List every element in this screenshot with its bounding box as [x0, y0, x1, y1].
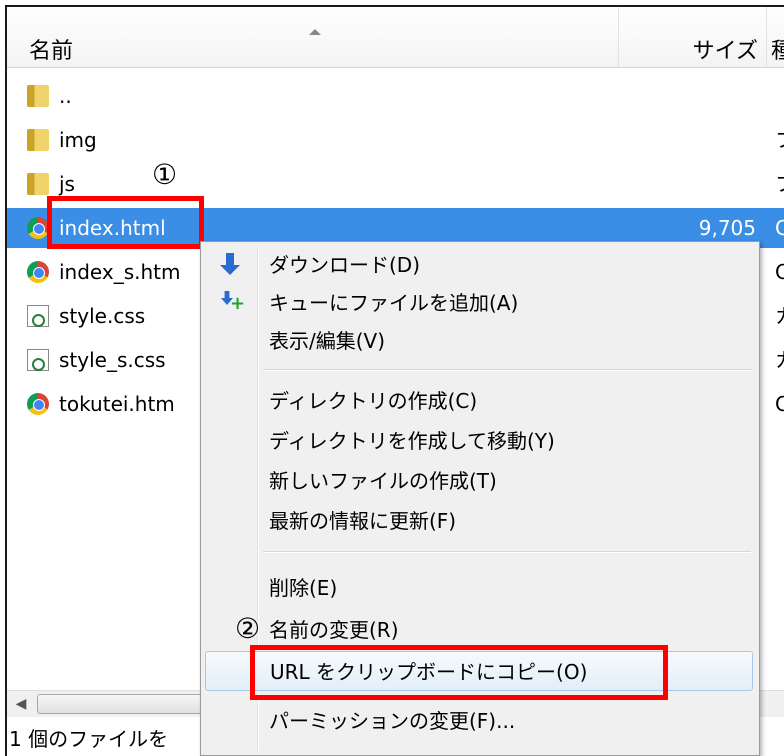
menu-item-label: 名前の変更(R): [269, 618, 399, 642]
status-text: 1 個のファイルを: [9, 727, 169, 751]
menu-item-label: 最新の情報に更新(F): [269, 509, 457, 533]
file-type: C: [775, 252, 784, 292]
file-name: style.css: [59, 304, 146, 328]
file-name: tokutei.htm: [59, 392, 175, 416]
chrome-icon: [27, 217, 49, 239]
file-type: カ: [775, 340, 784, 380]
menu-item-create-file[interactable]: 新しいファイルの作成(T): [205, 461, 753, 501]
menu-item-label: ディレクトリの作成(C): [269, 389, 478, 413]
file-row-img[interactable]: img フ: [7, 120, 784, 160]
folder-icon: [27, 173, 49, 195]
menu-item-refresh[interactable]: 最新の情報に更新(F): [205, 501, 753, 541]
scroll-left-icon[interactable]: ◀: [11, 695, 31, 713]
menu-item-label: ディレクトリを作成して移動(Y): [269, 429, 555, 453]
file-name: img: [59, 128, 97, 152]
column-header-row: 名前 サイズ 種: [7, 7, 784, 68]
file-name: style_s.css: [59, 348, 166, 372]
menu-item-label: パーミッションの変更(F)...: [269, 709, 516, 733]
file-type: C: [775, 384, 784, 424]
add-to-queue-icon: [219, 291, 245, 315]
chrome-icon: [27, 393, 49, 415]
menu-item-label: 新しいファイルの作成(T): [269, 469, 497, 493]
file-row-parent[interactable]: ..: [7, 76, 784, 116]
menu-item-create-and-enter-directory[interactable]: ディレクトリを作成して移動(Y): [205, 421, 753, 461]
file-type: カ: [775, 296, 784, 336]
menu-item-label: 表示/編集(V): [269, 329, 386, 353]
annotation-marker-2: ②: [235, 612, 261, 645]
file-type: フ: [775, 120, 784, 160]
menu-item-change-permissions[interactable]: パーミッションの変更(F)...: [205, 701, 753, 741]
menu-item-rename[interactable]: 名前の変更(R): [205, 610, 753, 650]
menu-item-add-to-queue[interactable]: キューにファイルを追加(A): [205, 283, 753, 323]
name-column-header[interactable]: 名前: [7, 7, 619, 67]
size-column-header[interactable]: サイズ: [619, 7, 767, 67]
css-file-icon: [27, 349, 49, 371]
menu-item-label: 削除(E): [269, 576, 338, 600]
annotation-marker-1: ①: [152, 158, 178, 191]
css-file-icon: [27, 305, 49, 327]
type-column-label[interactable]: 種: [771, 33, 784, 65]
annotation-box-2: [250, 645, 668, 700]
scroll-thumb[interactable]: [37, 694, 209, 714]
menu-item-label: ダウンロード(D): [269, 253, 421, 277]
chrome-icon: [27, 261, 49, 283]
annotation-box-1: [47, 196, 204, 249]
file-type: フ: [775, 164, 784, 204]
size-column-label: サイズ: [692, 39, 758, 64]
folder-icon: [27, 85, 49, 107]
file-name: index_s.htm: [59, 260, 181, 284]
download-icon: [219, 253, 241, 277]
menu-item-view-edit[interactable]: 表示/編集(V): [205, 321, 753, 361]
menu-item-download[interactable]: ダウンロード(D): [205, 245, 753, 285]
file-type: C: [775, 208, 784, 248]
sort-ascending-icon: [309, 29, 321, 35]
file-name: ..: [59, 84, 72, 108]
menu-item-create-directory[interactable]: ディレクトリの作成(C): [205, 381, 753, 421]
menu-item-label: キューにファイルを追加(A): [269, 291, 519, 315]
name-column-label: 名前: [29, 39, 74, 64]
menu-separator: [263, 369, 751, 371]
menu-separator: [263, 551, 751, 553]
menu-item-delete[interactable]: 削除(E): [205, 568, 753, 608]
folder-icon: [27, 129, 49, 151]
